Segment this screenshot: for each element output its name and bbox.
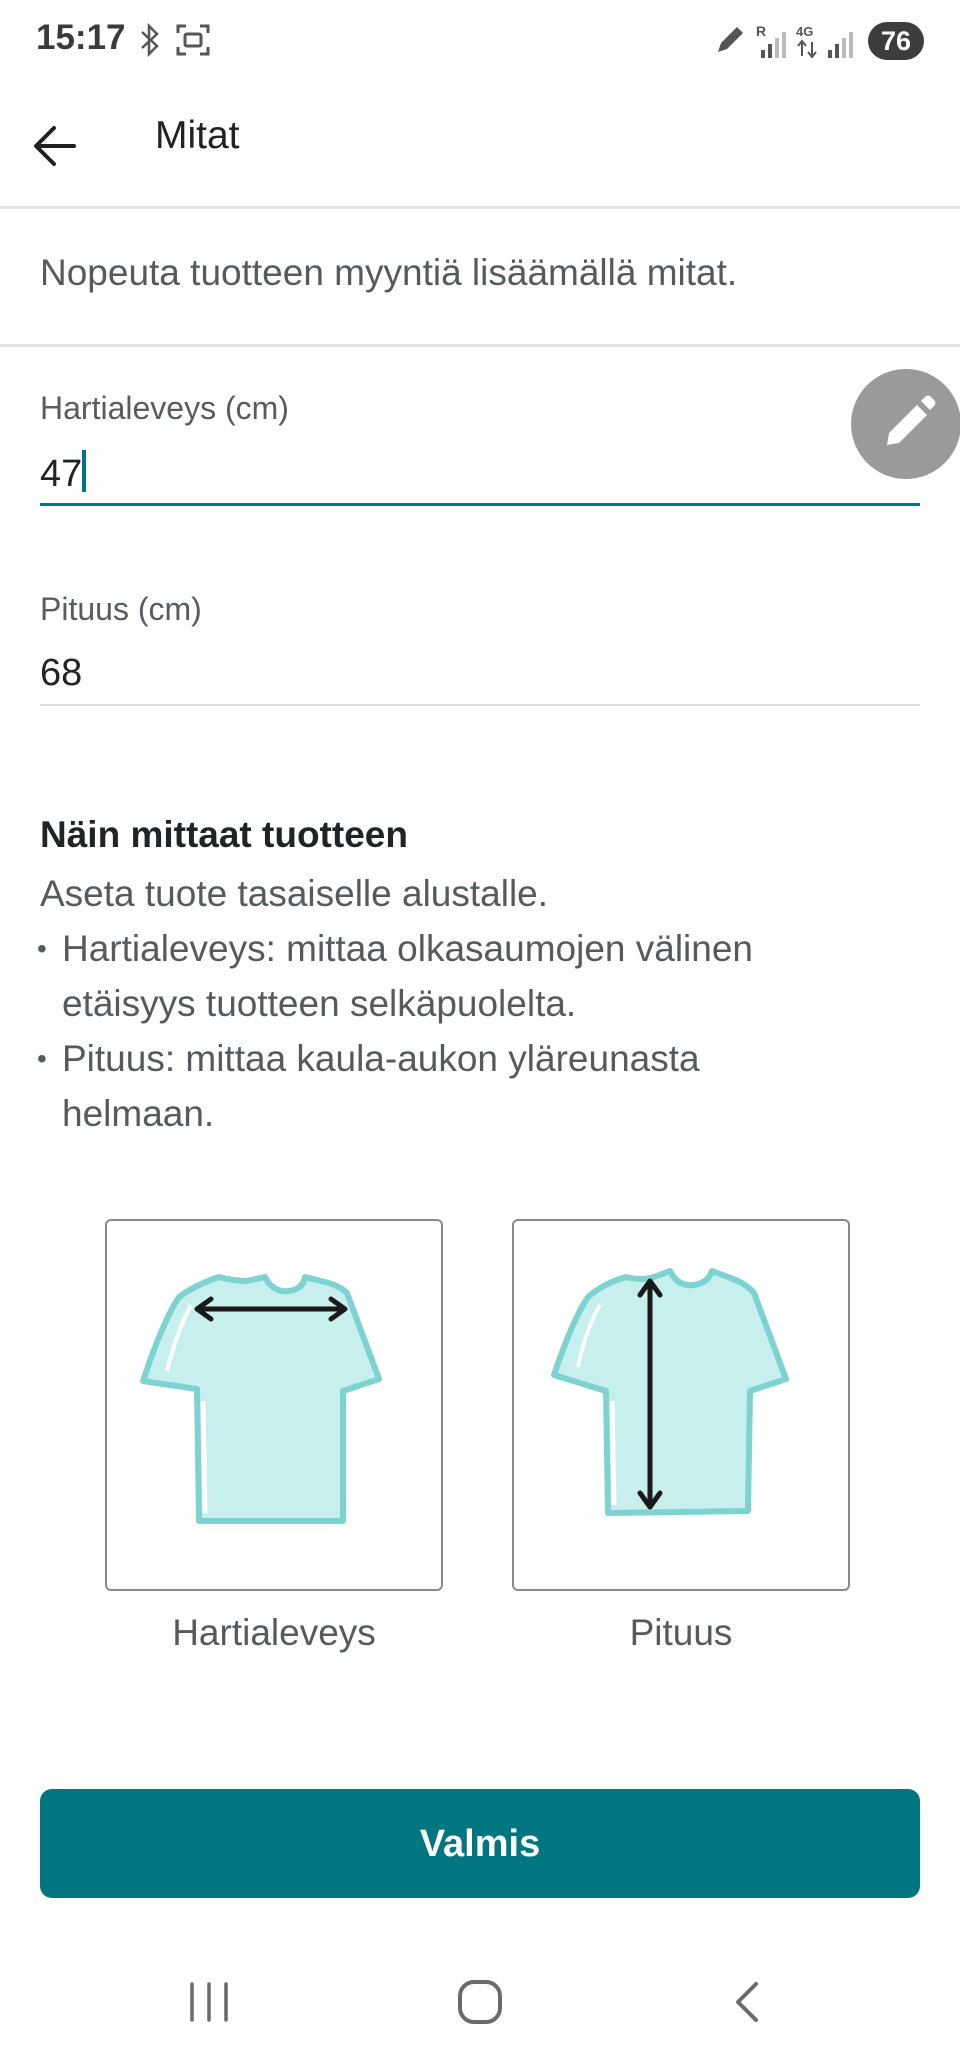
instructions-title: Näin mittaat tuotteen — [40, 814, 408, 855]
signal-4g-icon: 4G — [796, 24, 853, 59]
pencil-icon — [887, 395, 936, 445]
screen-capture-icon — [176, 24, 210, 56]
recent-apps-icon[interactable] — [186, 1980, 232, 2024]
instructions-text: Aseta tuote tasaiselle alustalle. Hartia… — [37, 866, 920, 1141]
tshirt-shoulder-width-icon — [140, 1274, 382, 1524]
done-button[interactable]: Valmis — [40, 1789, 920, 1898]
divider — [0, 344, 960, 347]
edit-button[interactable] — [851, 369, 960, 479]
length-caption: Pituus — [629, 1612, 733, 1653]
length-value: 68 — [40, 652, 83, 694]
battery-indicator: 76 — [868, 22, 924, 60]
svg-text:4G: 4G — [796, 24, 813, 39]
svg-text:R: R — [756, 23, 766, 39]
shoulder-width-value: 47 — [40, 453, 83, 495]
shoulder-width-caption: Hartialeveys — [172, 1612, 376, 1653]
length-field[interactable]: 68 — [40, 652, 82, 695]
length-label: Pituus (cm) — [40, 591, 202, 627]
bluetooth-icon — [141, 22, 159, 58]
text-cursor — [82, 450, 87, 492]
instructions-bullet-length: Pituus: mittaa kaula-aukon yläreunasta — [37, 1031, 920, 1086]
back-nav-icon[interactable] — [728, 1978, 768, 2026]
shoulder-width-field[interactable]: 47 — [40, 450, 87, 496]
home-icon[interactable] — [456, 1978, 504, 2026]
status-bar: 15:17 R 4G 76 — [0, 0, 960, 86]
shoulder-width-illustration — [105, 1219, 443, 1591]
app-bar: Mitat — [0, 86, 960, 209]
tshirt-length-icon — [551, 1268, 789, 1516]
length-illustration — [512, 1219, 850, 1591]
instructions-intro: Aseta tuote tasaiselle alustalle. — [40, 873, 549, 914]
instructions-bullet-shoulder-cont: etäisyys tuotteen selkäpuolelta. — [62, 983, 577, 1024]
intro-text: Nopeuta tuotteen myyntiä lisäämällä mita… — [40, 252, 738, 293]
system-nav-bar — [0, 1940, 960, 2059]
length-underline — [40, 704, 920, 706]
instructions-bullet-length-cont: helmaan. — [62, 1093, 215, 1134]
page-title: Mitat — [155, 114, 240, 157]
signal-roaming-icon: R — [756, 23, 786, 58]
status-time: 15:17 — [36, 18, 126, 57]
shoulder-width-label: Hartialeveys (cm) — [40, 390, 289, 426]
back-arrow-icon[interactable] — [30, 116, 90, 176]
shoulder-width-underline — [40, 503, 920, 506]
pen-icon — [718, 27, 743, 52]
instructions-bullet-shoulder: Hartialeveys: mittaa olkasaumojen väline… — [37, 921, 920, 976]
